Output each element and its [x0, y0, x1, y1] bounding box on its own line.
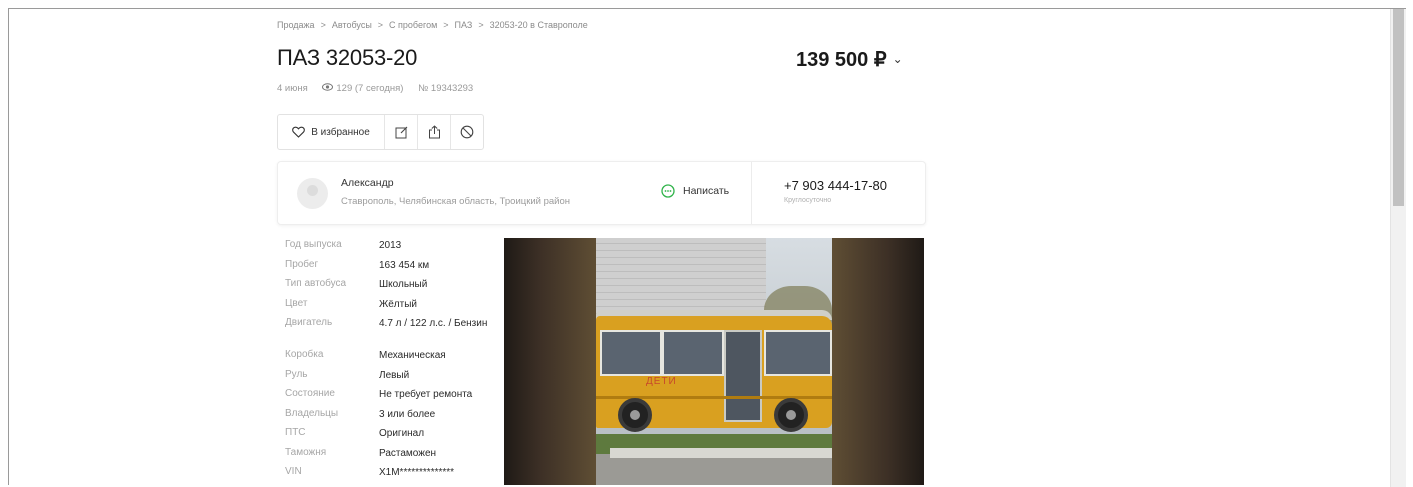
- spec-key: VIN: [285, 466, 302, 477]
- bus-photo[interactable]: ДЕТИ: [596, 238, 832, 485]
- breadcrumb: Продажа > Автобусы > С пробегом > ПАЗ >32053-20…: [277, 20, 588, 30]
- breadcrumb-separator: >: [377, 20, 384, 30]
- seller-card: Александр Ставрополь, Челябинская област…: [277, 161, 926, 225]
- share-icon: [428, 125, 441, 139]
- listing-meta: 4 июня 129 (7 сегодня) № 19343293: [277, 83, 473, 94]
- spec-key: Двигатель: [285, 317, 333, 328]
- spec-value: 163 454 км: [379, 259, 430, 271]
- listing-number: № 19343293: [418, 83, 474, 94]
- spec-key: Пробег: [285, 258, 319, 270]
- breadcrumb-item[interactable]: 32053-20 в Ставрополе: [490, 20, 588, 30]
- write-label: Написать: [683, 185, 730, 197]
- wheel: [618, 398, 652, 432]
- favorite-label: В избранное: [311, 126, 370, 138]
- listing-date: 4 июня: [277, 83, 308, 94]
- chat-icon: [661, 184, 675, 198]
- breadcrumb-item[interactable]: Продажа: [277, 20, 315, 30]
- block-button[interactable]: [451, 115, 483, 149]
- scrollbar[interactable]: [1390, 9, 1406, 487]
- spec-value: Жёлтый: [379, 298, 417, 310]
- spec-value: X1M**************: [379, 467, 455, 478]
- spec-key: Руль: [285, 368, 308, 380]
- favorite-button[interactable]: В избранное: [278, 115, 385, 149]
- spec-value: Школьный: [379, 279, 428, 290]
- breadcrumb-item[interactable]: ПАЗ: [455, 20, 473, 30]
- seller-location: Ставрополь, Челябинская область, Троицки…: [341, 196, 571, 207]
- bus-text: ДЕТИ: [646, 376, 677, 387]
- spec-key: Коробка: [285, 349, 324, 360]
- spec-key: Таможня: [285, 446, 327, 458]
- price-block[interactable]: 139 500 ₽ ⌄: [796, 47, 903, 72]
- views-count: 129 (7 сегодня): [336, 83, 404, 94]
- page-title: ПАЗ 32053-20: [277, 45, 418, 70]
- heart-icon: [292, 126, 306, 138]
- spec-value: Не требует ремонта: [379, 389, 473, 400]
- spec-key: Год выпуска: [285, 239, 342, 250]
- photo-gallery[interactable]: ДЕТИ: [504, 238, 924, 485]
- page-frame: Продажа > Автобусы > С пробегом > ПАЗ >32053-20…: [8, 8, 1406, 485]
- spec-key: Владельцы: [285, 407, 339, 419]
- price: 139 500 ₽: [796, 49, 887, 71]
- spec-key: Цвет: [285, 297, 308, 309]
- share-button[interactable]: [418, 115, 451, 149]
- bus-door: [724, 330, 762, 422]
- spec-value: Механическая: [379, 350, 446, 361]
- breadcrumb-separator: >: [478, 20, 484, 30]
- spec-key: Тип автобуса: [285, 278, 347, 289]
- photo-blur-right: [832, 238, 924, 485]
- spec-value: Оригинал: [379, 428, 425, 439]
- note-button[interactable]: [385, 115, 418, 149]
- note-icon: [395, 126, 408, 139]
- write-message-button[interactable]: Написать: [661, 184, 729, 198]
- breadcrumb-separator: >: [320, 20, 326, 30]
- eye-icon: [322, 83, 334, 94]
- spec-value: 2013: [379, 240, 402, 251]
- spec-value: Растаможен: [379, 447, 437, 459]
- spec-key: Состояние: [285, 388, 335, 399]
- avatar: [297, 178, 328, 209]
- spec-key: ПТС: [285, 427, 306, 438]
- block-icon: [460, 125, 474, 139]
- action-bar: В избранное: [277, 114, 484, 150]
- spec-value: 3 или более: [379, 408, 436, 420]
- phone-number[interactable]: +7 903 444-17-80: [784, 178, 887, 193]
- wheel: [774, 398, 808, 432]
- phone-note: Круглосуточно: [784, 197, 832, 204]
- scrollbar-thumb[interactable]: [1393, 9, 1404, 206]
- seller-name[interactable]: Александр: [341, 177, 394, 189]
- breadcrumb-item[interactable]: С пробегом: [389, 20, 437, 30]
- breadcrumb-separator: >: [443, 20, 449, 30]
- spec-value: Левый: [379, 369, 410, 381]
- divider: [751, 162, 752, 224]
- chevron-down-icon: ⌄: [892, 52, 903, 66]
- breadcrumb-item[interactable]: Автобусы: [332, 20, 372, 30]
- photo-blur-left: [504, 238, 596, 485]
- spec-value: 4.7 л / 122 л.с. / Бензин: [379, 318, 488, 329]
